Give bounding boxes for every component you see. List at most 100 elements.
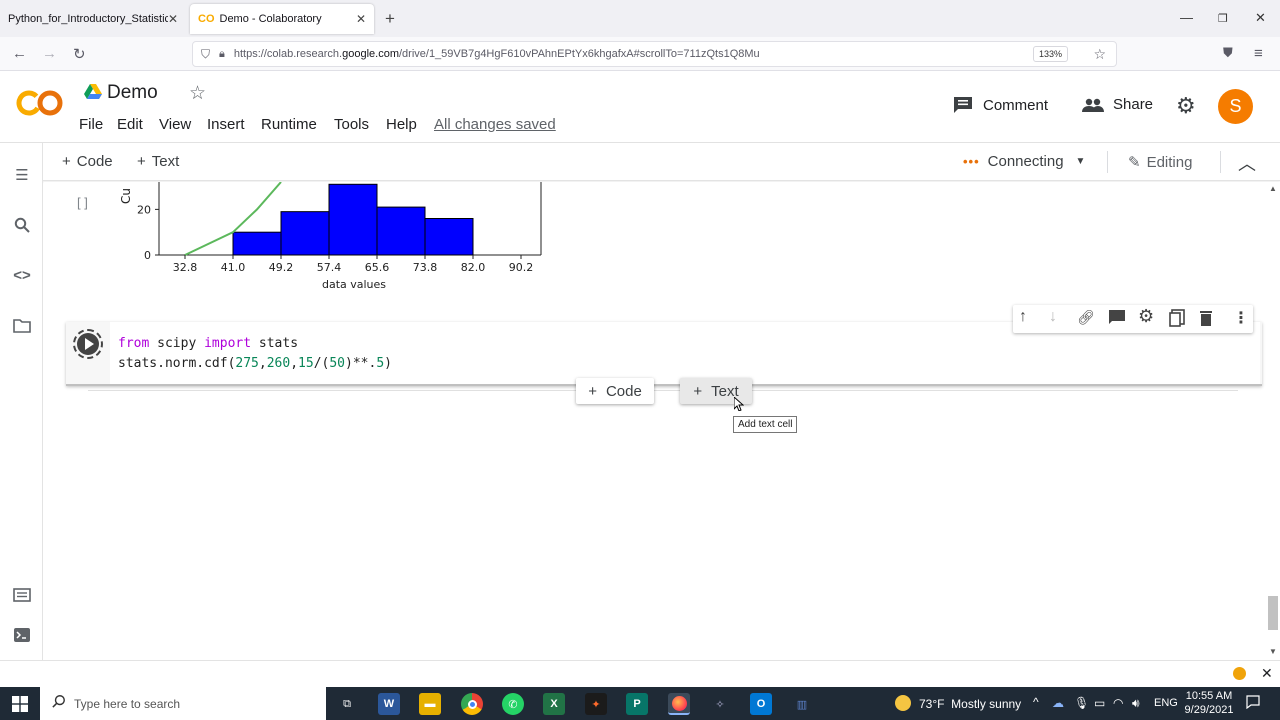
folder-icon[interactable]	[12, 319, 32, 339]
system-clock[interactable]: 10:55 AM 9/29/2021	[1184, 689, 1234, 717]
vertical-scrollbar[interactable]: ▲ ▼	[1266, 182, 1280, 660]
task-view-icon[interactable]: ⧉	[336, 693, 358, 715]
status-strip: ✕	[0, 660, 1280, 687]
close-status-icon[interactable]: ✕	[1261, 665, 1273, 682]
back-icon[interactable]: ←	[12, 45, 27, 62]
comment-icon[interactable]	[1108, 309, 1126, 330]
new-tab-button[interactable]: +	[385, 9, 395, 29]
weather-text[interactable]: 73°F Mostly sunny	[919, 697, 1021, 711]
histogram-bar	[424, 218, 474, 256]
colab-header: Demo ☆ File Edit View Insert Runtime Too…	[0, 71, 1280, 143]
bookmark-star-icon[interactable]: ☆	[1093, 46, 1106, 63]
whatsapp-icon[interactable]: ✆	[502, 693, 524, 715]
tab-demo-colab[interactable]: CO Demo - Colaboratory ✕	[190, 4, 374, 34]
chart-ylabel: Cu	[119, 188, 133, 204]
window-close-icon[interactable]: ✕	[1255, 10, 1266, 26]
pencil-icon: ✎	[1128, 154, 1141, 171]
forward-icon[interactable]: →	[42, 45, 57, 62]
dropdown-arrow-icon[interactable]: ▼	[1076, 156, 1086, 167]
save-status-link[interactable]: All changes saved	[434, 116, 556, 133]
app-icon[interactable]: ✧	[709, 693, 731, 715]
menu-help[interactable]: Help	[386, 116, 417, 133]
firefox-icon[interactable]	[668, 693, 690, 715]
menu-insert[interactable]: Insert	[207, 116, 245, 133]
run-cell-button[interactable]	[73, 329, 103, 359]
add-text-button[interactable]: + Text	[137, 153, 179, 170]
menu-edit[interactable]: Edit	[117, 116, 143, 133]
colab-logo[interactable]	[16, 85, 64, 121]
notifications-icon[interactable]	[1246, 695, 1260, 714]
language-indicator[interactable]: ENG	[1154, 697, 1178, 709]
menu-view[interactable]: View	[159, 116, 191, 133]
zoom-level[interactable]: 133%	[1032, 46, 1068, 62]
scroll-down-arrow-icon[interactable]: ▼	[1269, 647, 1277, 656]
app-icon[interactable]: ✦	[585, 693, 607, 715]
pocket-icon[interactable]: ⛊	[1223, 45, 1233, 61]
editing-mode-button[interactable]: ✎ Editing	[1128, 153, 1192, 171]
word-icon[interactable]: W	[378, 693, 400, 715]
cell-toolbar: ↑ ↓ 🔗︎ ⚙ ⋮	[1013, 305, 1253, 333]
notebook-toolbar: + Code + Text ••• Connecting ▼ ✎ Editing ︿	[0, 143, 1280, 181]
delete-trash-icon[interactable]	[1199, 309, 1213, 332]
restore-icon[interactable]: ❐	[1218, 12, 1228, 25]
taskbar-search-box[interactable]: Type here to search	[40, 687, 326, 720]
mirror-cell-icon[interactable]	[1169, 309, 1185, 332]
status-dot-icon	[1233, 667, 1246, 680]
more-vert-icon[interactable]: ⋮	[1233, 308, 1249, 328]
publisher-icon[interactable]: P	[626, 693, 648, 715]
battery-icon[interactable]: ▭	[1094, 696, 1105, 710]
insert-code-cell-button[interactable]: + Code	[576, 378, 654, 404]
excel-icon[interactable]: X	[543, 693, 565, 715]
app-menu-icon[interactable]: ≡	[1254, 45, 1263, 62]
file-explorer-icon[interactable]: ▬	[419, 693, 441, 715]
link-icon[interactable]: 🔗︎	[1077, 309, 1095, 326]
terminal-icon[interactable]	[12, 627, 32, 647]
scrollbar-thumb[interactable]	[1268, 596, 1278, 630]
code-snippets-icon[interactable]: <>	[12, 267, 32, 287]
google-drive-icon	[84, 84, 102, 100]
search-icon	[52, 694, 66, 713]
url-bar[interactable]: ⛉ 🔒︎ https://colab.research.google.com/d…	[192, 41, 1117, 67]
command-palette-icon[interactable]	[12, 588, 32, 608]
onedrive-cloud-icon[interactable]: ☁	[1052, 696, 1064, 710]
menu-tools[interactable]: Tools	[334, 116, 369, 133]
menu-file[interactable]: File	[79, 116, 103, 133]
star-icon[interactable]: ☆	[189, 82, 206, 105]
minimize-icon[interactable]: —	[1180, 10, 1193, 25]
show-hidden-icons-chevron-icon[interactable]: ^	[1033, 695, 1039, 709]
search-icon[interactable]	[12, 217, 32, 237]
clock-date: 9/29/2021	[1184, 704, 1234, 716]
windows-start-icon[interactable]	[12, 696, 28, 717]
avatar[interactable]: S	[1218, 89, 1253, 124]
add-text-label: Text	[151, 153, 180, 170]
browser-tab-bar: Python_for_Introductory_Statistics_V ✕ C…	[0, 0, 1280, 37]
x-tick-label: 41.0	[221, 261, 246, 274]
share-button[interactable]: Share	[1082, 96, 1153, 113]
notebook-title[interactable]: Demo	[107, 82, 158, 104]
connecting-dots-icon: •••	[963, 154, 980, 169]
cell-settings-gear-icon[interactable]: ⚙	[1138, 306, 1154, 327]
wifi-icon[interactable]: ◠	[1113, 696, 1123, 710]
scroll-up-arrow-icon[interactable]: ▲	[1269, 184, 1277, 193]
mouse-cursor-icon	[733, 395, 745, 416]
outlook-icon[interactable]: O	[750, 693, 772, 715]
table-of-contents-icon[interactable]: ☰	[12, 166, 32, 186]
move-up-icon[interactable]: ↑	[1019, 308, 1027, 326]
runtime-connect-button[interactable]: ••• Connecting ▼	[963, 153, 1085, 170]
volume-icon[interactable]: 🔊︎	[1132, 696, 1140, 711]
move-down-icon[interactable]: ↓	[1049, 308, 1057, 326]
tab-python-intro-stats[interactable]: Python_for_Introductory_Statistics_V ✕	[0, 4, 186, 34]
chrome-icon[interactable]	[461, 693, 483, 715]
weather-sun-icon[interactable]	[895, 695, 911, 711]
comment-button[interactable]: Comment	[953, 96, 1048, 114]
close-icon[interactable]: ✕	[168, 12, 178, 26]
app-icon[interactable]: ▥	[791, 693, 813, 715]
plus-icon: +	[62, 153, 71, 170]
close-icon[interactable]: ✕	[356, 12, 366, 26]
add-code-button[interactable]: + Code	[62, 153, 113, 170]
menu-runtime[interactable]: Runtime	[261, 116, 317, 133]
microphone-icon[interactable]: 🎙︎	[1074, 696, 1089, 710]
reload-icon[interactable]: ↻	[73, 45, 86, 63]
settings-gear-icon[interactable]: ⚙	[1176, 93, 1196, 119]
collapse-chevron-up-icon[interactable]: ︿	[1238, 150, 1256, 176]
